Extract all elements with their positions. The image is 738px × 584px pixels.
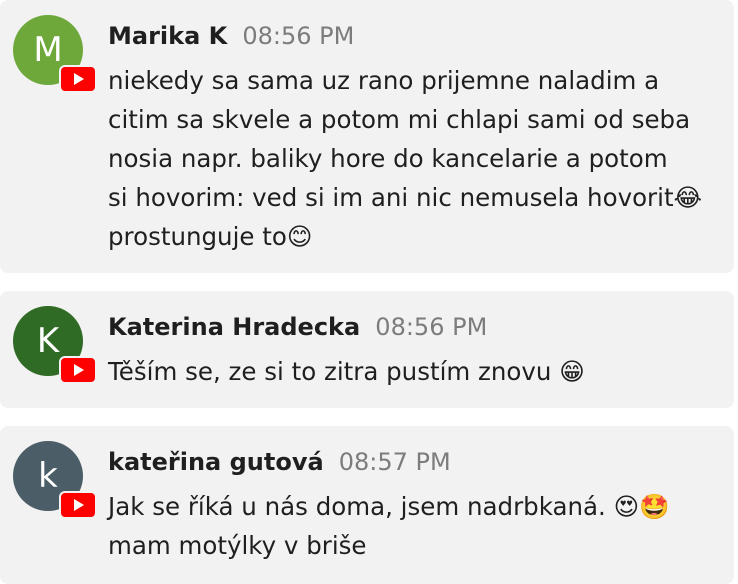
chat-feed: M Marika K 08:56 PM niekedy sa sama uz r…: [0, 0, 738, 584]
youtube-icon: [59, 356, 97, 384]
chat-message: K Katerina Hradecka 08:56 PM Těším se, z…: [0, 291, 734, 408]
message-header: kateřina gutová 08:57 PM: [108, 444, 451, 483]
author-name[interactable]: Marika K: [108, 22, 227, 50]
author-name[interactable]: kateřina gutová: [108, 448, 324, 476]
timestamp: 08:56 PM: [375, 313, 488, 341]
message-header: Katerina Hradecka 08:56 PM: [108, 309, 487, 348]
message-header: Marika K 08:56 PM: [108, 18, 354, 57]
timestamp: 08:56 PM: [242, 22, 355, 50]
message-text: niekedy sa sama uz rano prijemne naladim…: [108, 66, 703, 251]
message-text: Těším se, ze si to zitra pustím znovu 😁: [108, 357, 585, 386]
youtube-icon: [59, 65, 97, 93]
timestamp: 08:57 PM: [338, 448, 451, 476]
chat-message: k kateřina gutová 08:57 PM Jak se říká u…: [0, 426, 734, 584]
chat-message: M Marika K 08:56 PM niekedy sa sama uz r…: [0, 0, 734, 273]
author-name[interactable]: Katerina Hradecka: [108, 313, 360, 341]
message-text: Jak se říká u nás doma, jsem nadrbkaná. …: [108, 492, 670, 560]
youtube-icon: [59, 491, 97, 519]
